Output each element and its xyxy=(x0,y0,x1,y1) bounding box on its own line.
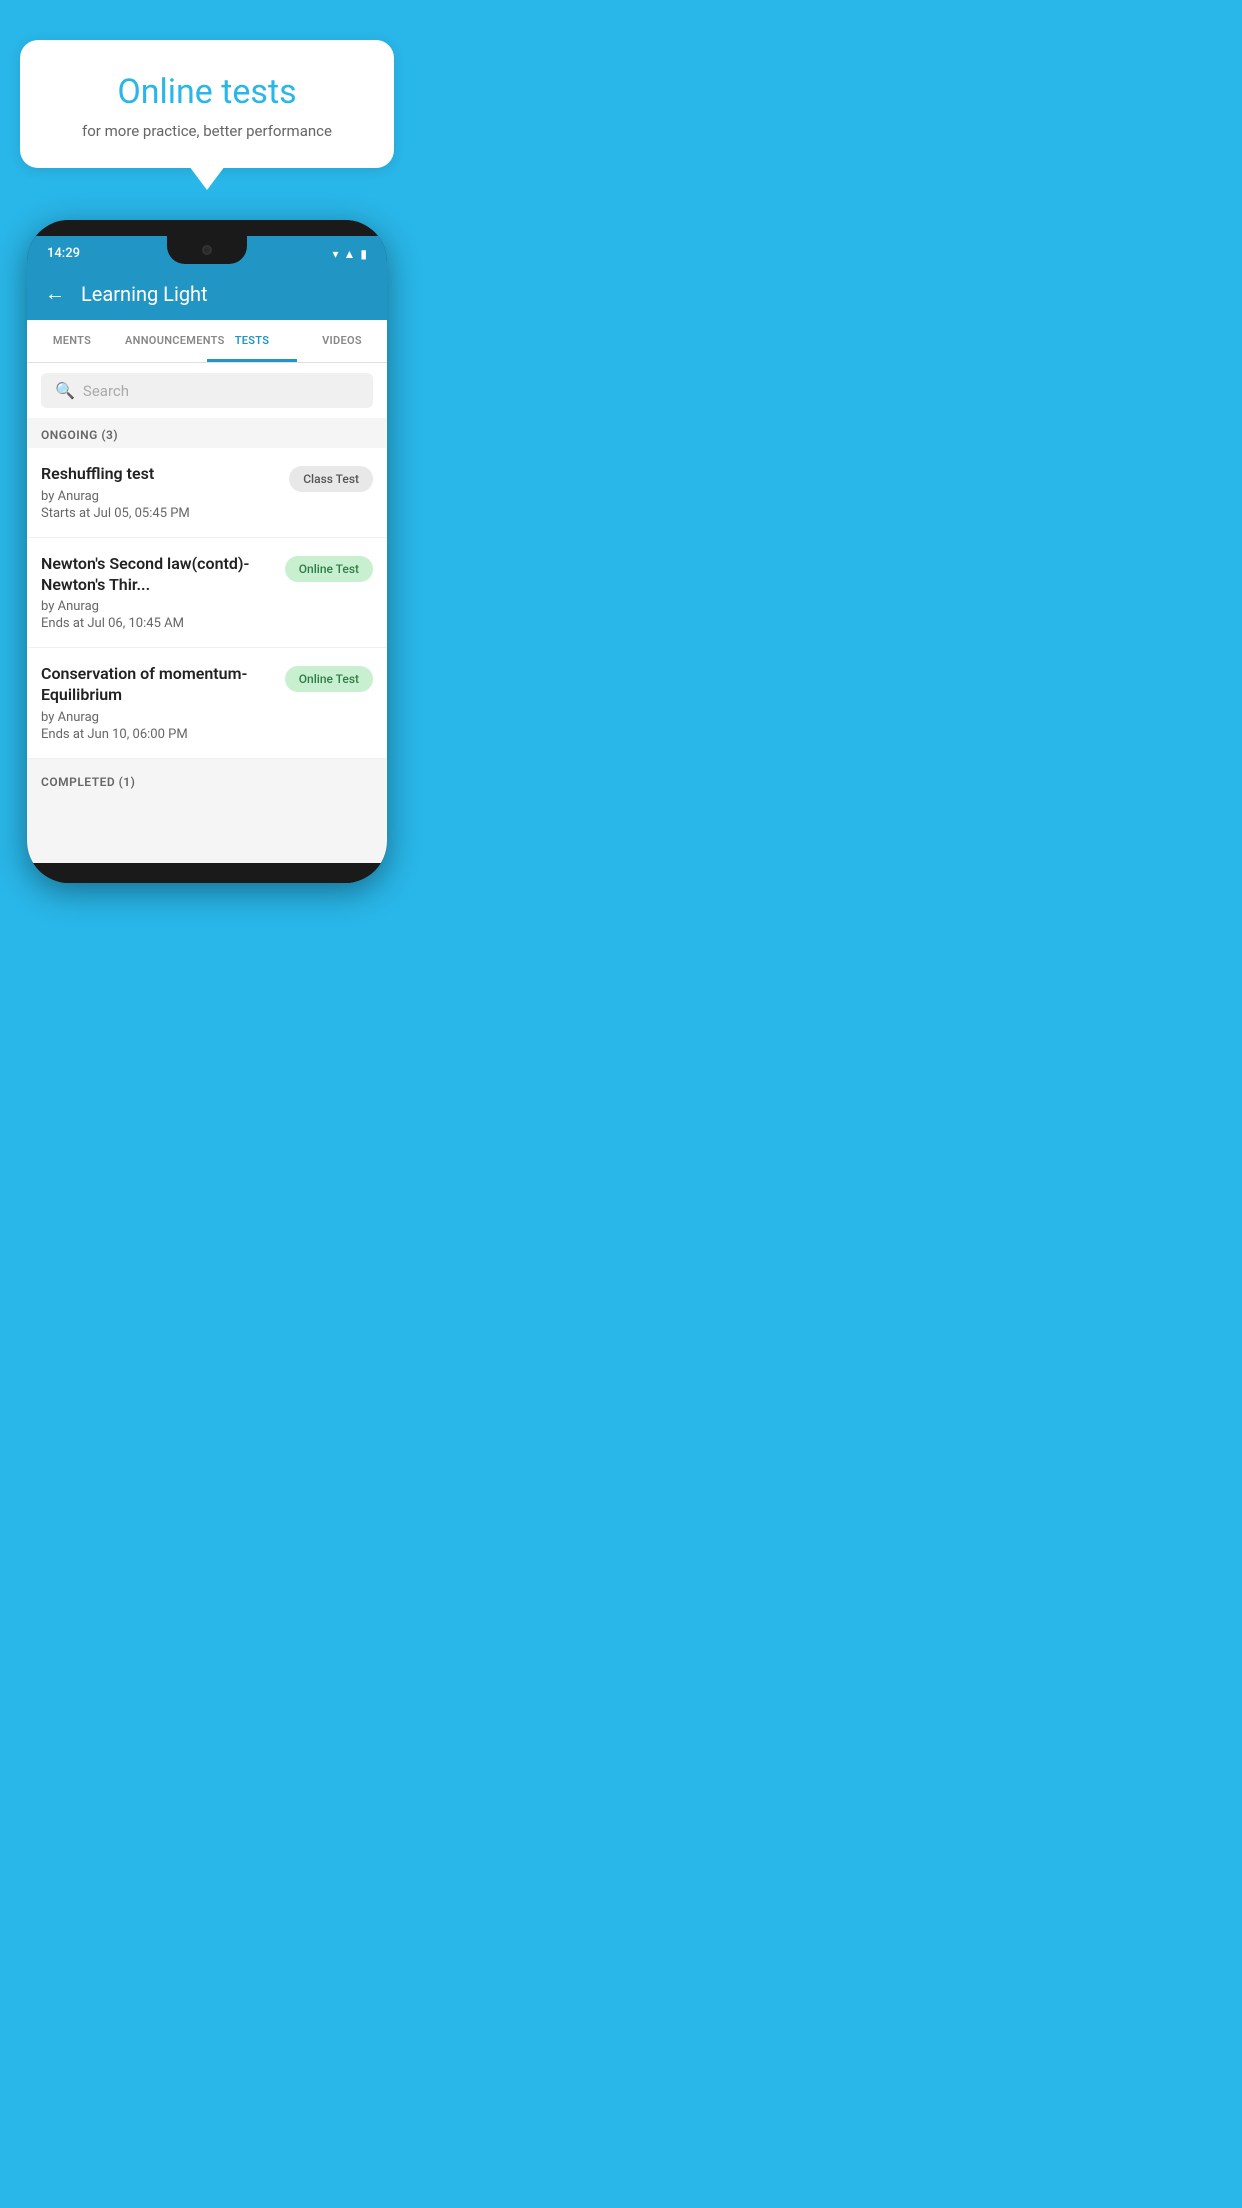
tab-videos[interactable]: VIDEOS xyxy=(297,320,387,362)
phone-bottom-edge xyxy=(27,863,387,883)
back-button[interactable]: ← xyxy=(45,281,65,306)
test-item-newton[interactable]: Newton's Second law(contd)-Newton's Thir… xyxy=(27,538,387,649)
test-info-2: Newton's Second law(contd)-Newton's Thir… xyxy=(41,554,285,632)
ongoing-section-header: ONGOING (3) xyxy=(27,418,387,448)
test-by-3: by Anurag xyxy=(41,710,275,725)
test-list: Reshuffling test by Anurag Starts at Jul… xyxy=(27,448,387,759)
status-bar: 14:29 ▾ ▲ ▮ xyxy=(27,236,387,267)
search-placeholder-text: Search xyxy=(83,382,129,400)
test-item-conservation[interactable]: Conservation of momentum-Equilibrium by … xyxy=(27,648,387,759)
search-bar-container: 🔍 Search xyxy=(27,363,387,418)
test-by-1: by Anurag xyxy=(41,489,279,504)
completed-section-header: COMPLETED (1) xyxy=(27,765,387,795)
camera xyxy=(202,245,212,255)
content-area: 🔍 Search ONGOING (3) Reshuffling test by… xyxy=(27,363,387,863)
speech-bubble: Online tests for more practice, better p… xyxy=(20,40,394,168)
phone-notch xyxy=(167,236,247,264)
phone: 14:29 ▾ ▲ ▮ ← Learning Light MENTS ANNOU… xyxy=(27,220,387,883)
test-title-3: Conservation of momentum-Equilibrium xyxy=(41,664,275,706)
test-item-reshuffling[interactable]: Reshuffling test by Anurag Starts at Jul… xyxy=(27,448,387,538)
search-icon: 🔍 xyxy=(55,381,75,400)
test-by-2: by Anurag xyxy=(41,599,275,614)
search-input-wrap[interactable]: 🔍 Search xyxy=(41,373,373,408)
signal-icon: ▲ xyxy=(344,247,356,261)
status-time: 14:29 xyxy=(47,246,80,261)
test-info-1: Reshuffling test by Anurag Starts at Jul… xyxy=(41,464,289,521)
wifi-icon: ▾ xyxy=(332,247,338,261)
tab-ments[interactable]: MENTS xyxy=(27,320,117,362)
tab-bar: MENTS ANNOUNCEMENTS TESTS VIDEOS xyxy=(27,320,387,363)
phone-wrapper: 14:29 ▾ ▲ ▮ ← Learning Light MENTS ANNOU… xyxy=(27,220,387,883)
bubble-title: Online tests xyxy=(56,72,358,112)
bubble-subtitle: for more practice, better performance xyxy=(56,122,358,140)
test-time-2: Ends at Jul 06, 10:45 AM xyxy=(41,616,275,631)
test-info-3: Conservation of momentum-Equilibrium by … xyxy=(41,664,285,742)
test-badge-3: Online Test xyxy=(285,666,373,692)
test-time-1: Starts at Jul 05, 05:45 PM xyxy=(41,506,279,521)
battery-icon: ▮ xyxy=(360,247,367,261)
test-title-2: Newton's Second law(contd)-Newton's Thir… xyxy=(41,554,275,596)
test-time-3: Ends at Jun 10, 06:00 PM xyxy=(41,727,275,742)
tab-tests[interactable]: TESTS xyxy=(207,320,297,362)
tab-announcements[interactable]: ANNOUNCEMENTS xyxy=(117,320,207,362)
app-bar-title: Learning Light xyxy=(81,282,208,306)
test-badge-2: Online Test xyxy=(285,556,373,582)
app-bar: ← Learning Light xyxy=(27,267,387,320)
test-badge-1: Class Test xyxy=(289,466,373,492)
test-title-1: Reshuffling test xyxy=(41,464,279,485)
status-icons: ▾ ▲ ▮ xyxy=(332,247,367,261)
phone-top-edge xyxy=(27,220,387,236)
